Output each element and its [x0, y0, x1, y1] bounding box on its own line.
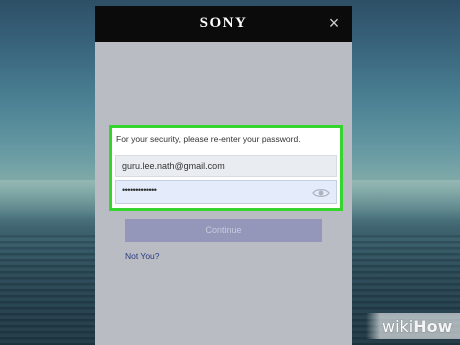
dialog-header: SONY ×: [95, 6, 352, 42]
wikihow-watermark: wikiHow: [382, 317, 452, 336]
eye-icon[interactable]: [312, 187, 330, 199]
watermark-how: How: [413, 317, 453, 336]
sony-logo: SONY: [199, 15, 248, 31]
email-field: guru.lee.nath@gmail.com: [115, 155, 337, 177]
not-you-link[interactable]: Not You?: [125, 251, 160, 261]
password-value: •••••••••••••: [122, 185, 157, 195]
security-prompt: For your security, please re-enter your …: [116, 134, 301, 144]
password-reentry-section: For your security, please re-enter your …: [109, 125, 343, 211]
watermark-wiki: wiki: [382, 317, 414, 336]
continue-button[interactable]: Continue: [125, 219, 322, 242]
close-icon[interactable]: ×: [326, 14, 342, 32]
password-field[interactable]: •••••••••••••: [115, 180, 337, 204]
